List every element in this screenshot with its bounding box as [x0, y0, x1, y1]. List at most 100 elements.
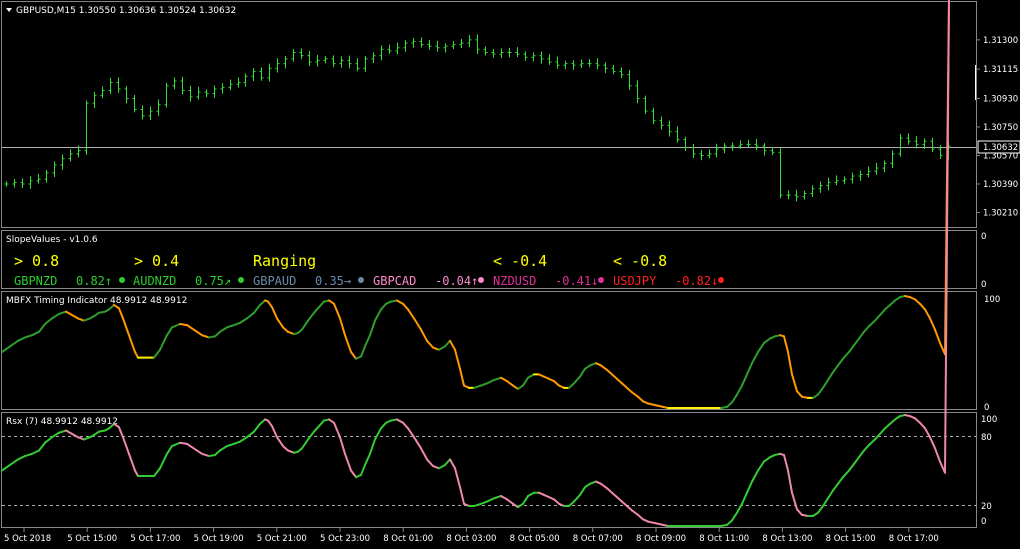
ohlc-bar: [371, 52, 376, 63]
indicator-segment: [239, 317, 248, 324]
indicator-segment: [924, 427, 931, 439]
indicator-segment: [413, 317, 422, 331]
ohlc-bar: [579, 59, 584, 69]
indicator-segment: [787, 469, 793, 494]
indicator-segment: [58, 429, 67, 434]
indicator-segment: [600, 364, 608, 371]
slope-pair-value: -0.82↓: [675, 274, 718, 288]
indicator-segment: [459, 486, 465, 505]
ohlc-bar: [802, 190, 807, 200]
ohlc-bar: [499, 48, 504, 59]
indicator-segment: [914, 417, 921, 424]
ohlc-bar: [882, 160, 887, 173]
ohlc-bar: [92, 91, 97, 108]
indicator-segment: [1, 463, 11, 472]
indicator-segment: [858, 330, 865, 340]
indicator-segment: [848, 462, 855, 472]
indicator-segment: [553, 498, 560, 505]
indicator-segment: [568, 382, 575, 389]
indicator-segment: [402, 421, 409, 430]
rsx-ytick-20: 20: [981, 502, 992, 512]
slope-pair: GBPCAD -0.04↑: [373, 274, 484, 288]
indicator-segment: [842, 351, 850, 360]
indicator-segment: [259, 299, 266, 306]
indicator-segment: [253, 303, 261, 314]
indicator-segment: [118, 426, 124, 439]
indicator-segment: [817, 386, 824, 396]
ohlc-bar: [563, 60, 568, 70]
indicator-segment: [522, 376, 529, 387]
indicator-segment: [214, 449, 221, 456]
indicator-segment: [832, 482, 839, 492]
indicator-segment: [919, 302, 926, 311]
ohlc-bar: [451, 41, 456, 50]
indicator-segment: [751, 351, 759, 365]
indicator-segment: [71, 314, 79, 320]
indicator-segment: [118, 307, 124, 320]
indicator-segment: [731, 393, 738, 404]
slope-level-label: Ranging: [253, 252, 316, 270]
indicator-segment: [413, 436, 422, 450]
indicator-segment: [271, 425, 278, 439]
ohlc-bar: [651, 107, 656, 125]
indicator-segment: [486, 379, 495, 385]
indicator-segment: [473, 384, 482, 389]
ohlc-bar: [459, 38, 464, 49]
xtick-label: 5 Oct 19:00: [194, 534, 244, 544]
indicator-segment: [122, 436, 130, 455]
ohlc-bar: [778, 148, 783, 199]
indicator-segment: [301, 319, 309, 331]
indicator-segment: [493, 495, 502, 500]
indicator-segment: [159, 334, 168, 351]
trading-chart[interactable]: GBPUSD,M15 1.30550 1.30636 1.30524 1.306…: [0, 0, 1020, 549]
ohlc-bar: [746, 139, 751, 148]
indicator-segment: [122, 317, 130, 337]
indicator-segment: [853, 456, 860, 465]
indicator-segment: [267, 300, 273, 309]
indicator-segment: [17, 336, 26, 342]
indicator-segment: [171, 441, 181, 448]
slope-dot-icon: [598, 277, 604, 283]
indicator-segment: [350, 351, 357, 360]
indicator-segment: [757, 342, 765, 353]
indicator-segment: [201, 334, 210, 339]
ohlc-bar: [611, 64, 616, 75]
ohlc-bar: [68, 149, 73, 162]
ohlc-bar: [794, 189, 799, 202]
ohlc-bar: [667, 120, 672, 137]
indicator-segment: [226, 324, 235, 329]
indicator-segment: [374, 427, 382, 441]
indicator-segment: [449, 339, 456, 351]
mbfx-title: MBFX Timing Indicator 48.9912 48.9912: [6, 296, 187, 306]
ohlc-bar: [299, 48, 304, 60]
indicator-segment: [848, 344, 855, 353]
ohlc-bar: [603, 62, 608, 74]
slope-ytick-top: 0: [981, 232, 986, 242]
indicator-segment: [459, 367, 465, 387]
indicator-segment: [374, 308, 382, 322]
indicator-segment: [333, 421, 341, 439]
ohlc-bar: [124, 86, 129, 104]
indicator-segment: [621, 382, 628, 389]
indicator-segment: [889, 418, 896, 425]
ohlc-bar: [435, 40, 440, 52]
indicator-segment: [318, 419, 325, 428]
indicator-segment: [626, 386, 633, 394]
ohlc-bar: [84, 100, 89, 155]
indicator-segment: [333, 302, 341, 320]
ohlc-bar: [683, 136, 688, 152]
symbol-dropdown-icon[interactable]: [6, 8, 12, 12]
ohlc-bar: [858, 170, 863, 181]
ohlc-bar: [826, 177, 831, 191]
main-ytick-label: 1.30210: [983, 208, 1018, 218]
indicator-segment: [914, 298, 921, 305]
indicator-segment: [407, 308, 415, 320]
ohlc-bar: [323, 55, 328, 64]
ohlc-bar: [100, 86, 105, 99]
indicator-segment: [500, 376, 508, 383]
indicator-segment: [454, 348, 461, 370]
indicator-segment: [339, 436, 346, 455]
indicator-segment: [380, 421, 387, 430]
main-ytick-label: 1.30750: [983, 123, 1018, 133]
indicator-segment: [253, 422, 261, 433]
